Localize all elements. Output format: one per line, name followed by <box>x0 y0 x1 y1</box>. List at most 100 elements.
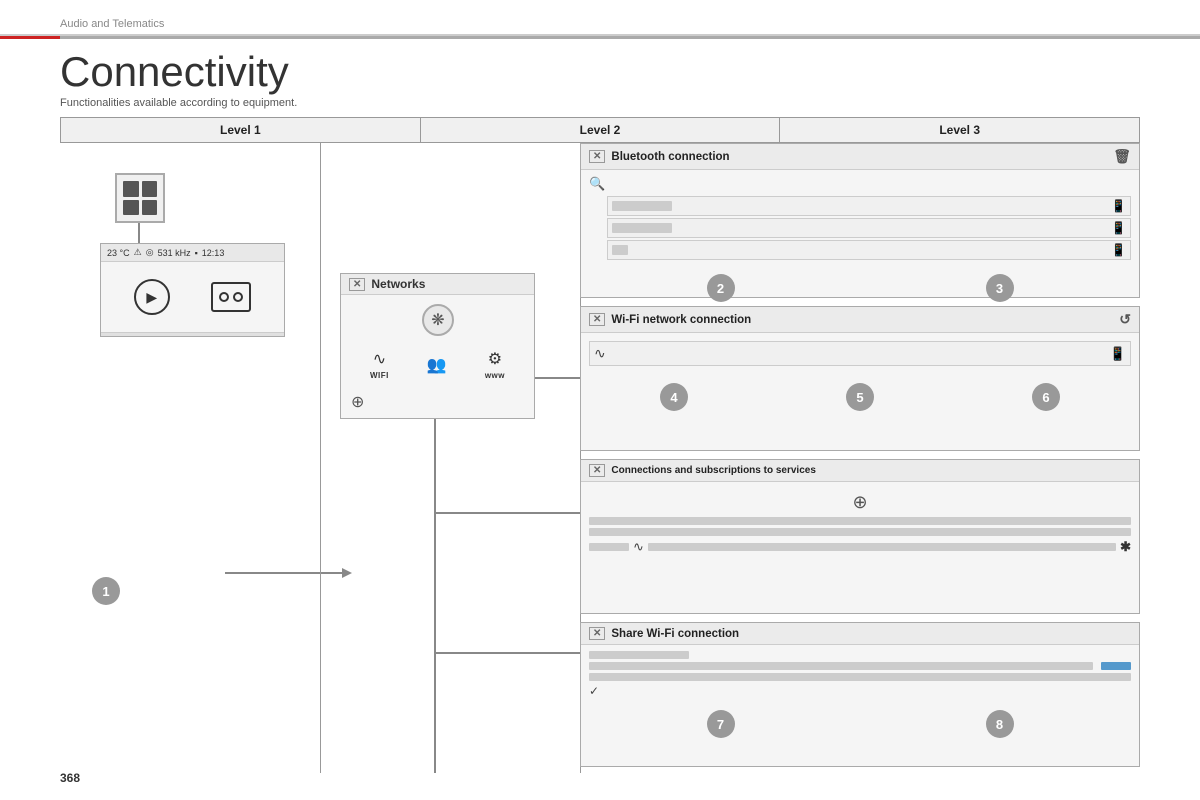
col-header-1: Level 1 <box>61 118 421 142</box>
badge-7: 7 <box>707 710 735 738</box>
device-screen: 23 °C ⚠ ◎ 531 kHz ▪ 12:13 ▶ <box>100 243 285 337</box>
conn-bottom-row: ∿ ✱ <box>589 539 1131 555</box>
conn-close-button[interactable]: ✕ <box>589 464 605 477</box>
cassette-reel-left <box>219 292 229 302</box>
networks-icons-row: ∿ WIFI 👥 ⚙ www <box>351 349 524 380</box>
share-bar-row-3 <box>589 673 1131 681</box>
warning-icon: ⚠ <box>134 247 142 258</box>
bt-badges-row: 2 3 <box>581 268 1139 304</box>
networks-box: ✕ Networks ❋ ∿ WIFI <box>340 273 535 419</box>
cassette-reel-right <box>233 292 243 302</box>
level2-column: ✕ Networks ❋ ∿ WIFI <box>320 143 580 773</box>
cassette-icon <box>211 282 251 312</box>
group-symbol: 👥 <box>427 355 447 375</box>
time-display: 12:13 <box>202 248 225 258</box>
radio-icon: ◎ <box>146 247 154 258</box>
networks-title: Networks <box>371 277 425 291</box>
wifi-badges-row: 4 5 6 <box>581 377 1139 413</box>
conn-panel-body: ⊕ ∿ ✱ <box>581 482 1139 561</box>
bt-search-row: 🔍 <box>589 176 1131 192</box>
conn-bar-2 <box>589 528 1131 536</box>
bt-device-row-1: 📱 <box>607 196 1131 216</box>
share-bar-blue <box>1101 662 1131 670</box>
share-bar-row-2 <box>589 662 1131 670</box>
main-content: 23 °C ⚠ ◎ 531 kHz ▪ 12:13 ▶ 1 <box>60 143 1140 773</box>
share-panel-body: ✓ <box>581 645 1139 704</box>
group-icon-item[interactable]: 👥 <box>427 355 447 375</box>
badge-4: 4 <box>660 383 688 411</box>
bt-device-rows: 📱 📱 📱 <box>607 196 1131 260</box>
home-icon-cell <box>123 200 139 216</box>
home-screen-icon <box>115 173 165 223</box>
bt-device-row-2: 📱 <box>607 218 1131 238</box>
networks-body: ❋ ∿ WIFI 👥 ⚙ www <box>341 295 534 388</box>
col-header-2: Level 2 <box>421 118 781 142</box>
bt-phone-icon-2: 📱 <box>1111 221 1126 235</box>
share-checkmark-icon: ✓ <box>589 684 599 698</box>
device-status-bar: 23 °C ⚠ ◎ 531 kHz ▪ 12:13 <box>101 244 284 262</box>
wifi-label: WIFI <box>370 371 389 380</box>
breadcrumb: Audio and Telematics <box>0 0 1200 36</box>
bt-device-row-3: 📱 <box>607 240 1131 260</box>
col-header-3: Level 3 <box>780 118 1139 142</box>
home-icon-cell <box>142 181 158 197</box>
conn-bar-long <box>648 543 1116 551</box>
conn-bluetooth-icon: ✱ <box>1120 539 1131 555</box>
conn-panel-title: Connections and subscriptions to service… <box>611 465 816 476</box>
share-bar-3 <box>589 673 1131 681</box>
www-label: www <box>485 371 505 380</box>
connections-panel: ✕ Connections and subscriptions to servi… <box>580 459 1140 614</box>
www-icon-item[interactable]: ⚙ www <box>485 349 505 380</box>
share-close-button[interactable]: ✕ <box>589 627 605 640</box>
conn-wifi-icon: ∿ <box>633 539 644 555</box>
wifi-signal-icon: ∿ <box>594 345 606 362</box>
play-button-icon: ▶ <box>134 279 170 315</box>
bluetooth-panel: ✕ Bluetooth connection 🗑 🔍 📱 📱 <box>580 143 1140 298</box>
wifi-network-row: ∿ 📱 <box>589 341 1131 366</box>
badge-2: 2 <box>707 274 735 302</box>
bt-close-button[interactable]: ✕ <box>589 150 605 163</box>
bt-phone-icon-1: 📱 <box>1111 199 1126 213</box>
bt-search-icon: 🔍 <box>589 176 605 192</box>
share-wifi-panel: ✕ Share Wi-Fi connection <box>580 622 1140 767</box>
device-body: ▶ <box>101 262 284 332</box>
conn-bar-1 <box>589 517 1131 525</box>
bt-row-small-bar <box>612 245 628 255</box>
table-header: Level 1 Level 2 Level 3 <box>60 117 1140 143</box>
share-bar-1 <box>589 651 689 659</box>
level1-column: 23 °C ⚠ ◎ 531 kHz ▪ 12:13 ▶ 1 <box>60 143 320 773</box>
bt-panel-body: 🔍 📱 📱 📱 <box>581 170 1139 268</box>
page-title: Connectivity <box>0 39 1200 97</box>
wifi-close-button[interactable]: ✕ <box>589 313 605 326</box>
networks-close-button[interactable]: ✕ <box>349 278 365 291</box>
share-badges-row: 7 8 <box>581 704 1139 740</box>
wifi-panel-header: ✕ Wi-Fi network connection ↺ <box>581 307 1139 333</box>
temp-display: 23 °C <box>107 248 130 258</box>
level3-column: ✕ Bluetooth connection 🗑 🔍 📱 📱 <box>580 143 1140 773</box>
conn-globe-icon: ⊕ <box>589 488 1131 517</box>
bluetooth-icon: ❋ <box>351 303 524 343</box>
conn-bar-row-1 <box>589 517 1131 525</box>
share-panel-header: ✕ Share Wi-Fi connection <box>581 623 1139 645</box>
badge-5: 5 <box>846 383 874 411</box>
share-panel-title: Share Wi-Fi connection <box>611 628 739 640</box>
bt-row-bar <box>612 201 672 211</box>
globe-icon: ⊕ <box>351 394 364 411</box>
gear-symbol: ⚙ <box>488 349 502 369</box>
share-bars <box>589 651 1131 681</box>
svg-text:❋: ❋ <box>431 312 444 329</box>
badge-1: 1 <box>92 577 120 605</box>
page-number: 368 <box>60 771 80 785</box>
share-bar-row-1 <box>589 651 1131 659</box>
badge-8: 8 <box>986 710 1014 738</box>
badge-3: 3 <box>986 274 1014 302</box>
wifi-refresh-icon[interactable]: ↺ <box>1119 311 1131 328</box>
bt-trash-icon[interactable]: 🗑 <box>1113 148 1131 165</box>
conn-panel-header: ✕ Connections and subscriptions to servi… <box>581 460 1139 482</box>
conn-bar-row-2 <box>589 528 1131 536</box>
wifi-network-panel: ✕ Wi-Fi network connection ↺ ∿ 📱 4 5 6 <box>580 306 1140 451</box>
wifi-symbol: ∿ <box>373 349 386 369</box>
screen-icon: ▪ <box>195 248 198 258</box>
wifi-icon-item[interactable]: ∿ WIFI <box>370 349 389 380</box>
networks-globe-row: ⊕ <box>341 388 534 418</box>
